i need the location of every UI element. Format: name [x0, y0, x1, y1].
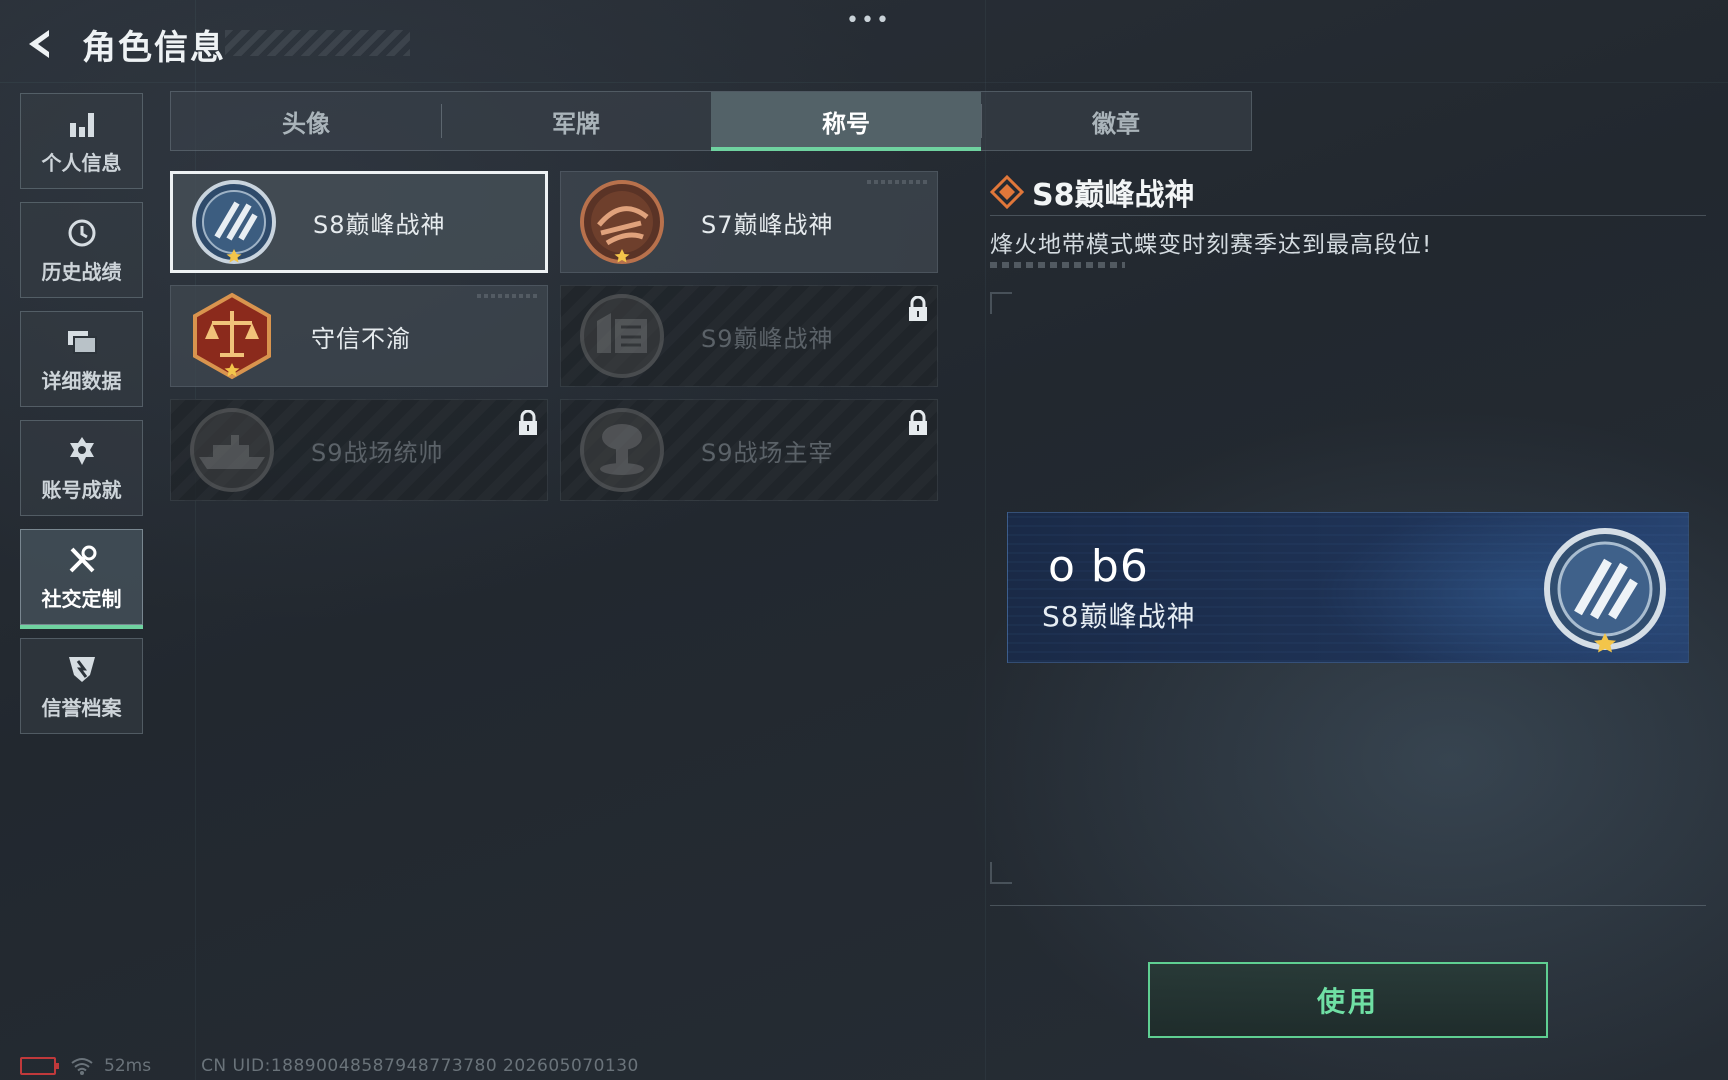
ping-text: 52ms — [104, 1056, 152, 1076]
battery-icon — [20, 1057, 59, 1075]
folder-icon — [65, 325, 99, 359]
lock-icon — [909, 410, 927, 435]
sidebar-item-personal-info[interactable]: 个人信息 — [20, 93, 143, 189]
title-preview-banner: o b6 S8巅峰战神 — [1007, 512, 1689, 663]
title-card-s9-dominator[interactable]: S9战场主宰 — [560, 399, 938, 501]
divider — [990, 215, 1706, 216]
bronze-wing-medal-icon — [580, 180, 664, 264]
title-diamond-icon — [990, 175, 1024, 209]
back-arrow-icon — [29, 30, 49, 58]
grid-line — [985, 0, 986, 1080]
title-card-s8-peak[interactable]: S8巅峰战神 — [170, 171, 548, 273]
title-name: 守信不渝 — [311, 324, 411, 353]
page-title: 角色信息 — [82, 27, 226, 68]
card-decoration — [477, 294, 537, 298]
sidebar-item-label: 详细数据 — [41, 368, 122, 393]
uid-text: CN UID:188900485879487737​80 20260507013… — [201, 1056, 639, 1076]
sidebar-item-achievements[interactable]: 账号成就 — [20, 420, 143, 516]
menu-dots[interactable]: ••• — [846, 8, 891, 33]
title-card-trustworthy[interactable]: 守信不渝 — [170, 285, 548, 387]
tab-title[interactable]: 称号 — [711, 92, 981, 151]
title-name: S9战场主宰 — [701, 438, 834, 467]
tab-bar: 头像 军牌 称号 徽章 — [170, 91, 1252, 151]
frame-corner — [990, 862, 1012, 884]
history-icon — [65, 216, 99, 250]
sidebar: 个人信息 历史战绩 详细数据 账号成就 社交定制 信誉档案 — [20, 93, 143, 747]
title-name: S7巅峰战神 — [701, 210, 834, 239]
title-card-s9-peak[interactable]: S9巅峰战神 — [560, 285, 938, 387]
tab-badge[interactable]: 徽章 — [981, 92, 1251, 150]
title-name: S8巅峰战神 — [313, 210, 446, 239]
fortress-medal-icon — [580, 294, 664, 378]
title-name: S9战场统帅 — [311, 438, 444, 467]
tools-icon — [65, 543, 99, 577]
sidebar-item-detailed-data[interactable]: 详细数据 — [20, 311, 143, 407]
title-card-s9-commander[interactable]: S9战场统帅 — [170, 399, 548, 501]
mushroom-cloud-medal-icon — [580, 408, 664, 492]
frame-corner — [990, 292, 1012, 314]
sidebar-item-social-custom[interactable]: 社交定制 — [20, 529, 143, 629]
title-decoration — [225, 30, 410, 56]
detail-description: 烽火地带模式蝶变时刻赛季达到最高段位! — [990, 232, 1433, 258]
grid-line — [0, 82, 1728, 83]
credit-shield-icon — [65, 652, 99, 686]
sidebar-item-label: 个人信息 — [41, 150, 122, 175]
achievement-icon — [65, 434, 99, 468]
card-decoration — [867, 180, 927, 184]
justice-scale-medal-icon — [193, 292, 271, 380]
detail-decoration — [990, 262, 1125, 268]
player-name: o b6 — [1048, 541, 1149, 592]
sidebar-item-label: 历史战绩 — [41, 259, 122, 284]
sidebar-item-credit-record[interactable]: 信誉档案 — [20, 638, 143, 734]
sidebar-item-label: 账号成就 — [41, 477, 122, 502]
warship-medal-icon — [190, 408, 274, 492]
detail-title: S8巅峰战神 — [1032, 178, 1195, 213]
use-button[interactable]: 使用 — [1148, 962, 1548, 1038]
tab-dogtag[interactable]: 军牌 — [441, 92, 711, 150]
bar-chart-icon — [65, 107, 99, 141]
sidebar-item-label: 社交定制 — [41, 586, 122, 611]
lock-icon — [909, 296, 927, 321]
wifi-icon — [71, 1058, 93, 1075]
divider — [990, 905, 1706, 906]
header: 角色信息 — [20, 20, 226, 68]
sidebar-item-label: 信誉档案 — [41, 695, 122, 720]
grid-line — [195, 0, 196, 1080]
detail-header: S8巅峰战神 — [990, 170, 1194, 214]
back-button[interactable] — [20, 23, 62, 65]
title-name: S9巅峰战神 — [701, 324, 834, 353]
silver-wing-medal-icon — [192, 180, 276, 264]
silver-wing-medal-icon — [1544, 528, 1666, 653]
sidebar-item-history[interactable]: 历史战绩 — [20, 202, 143, 298]
lock-icon — [519, 410, 537, 435]
status-bar: 52ms CN UID:188900485879487737​80 202605… — [20, 1056, 639, 1076]
use-button-label: 使用 — [1316, 985, 1379, 1018]
preview-title: S8巅峰战神 — [1042, 600, 1196, 633]
tab-avatar[interactable]: 头像 — [171, 92, 441, 150]
title-card-s7-peak[interactable]: S7巅峰战神 — [560, 171, 938, 273]
